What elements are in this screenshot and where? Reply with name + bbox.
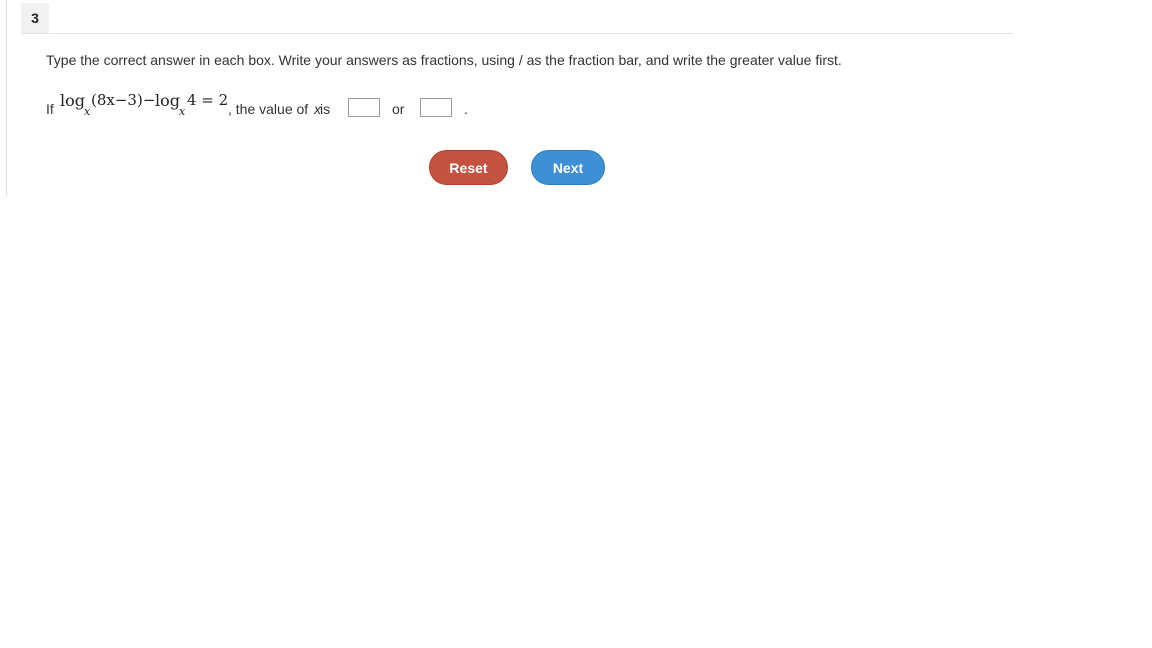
log-equation: log x (8x−3)− log x 4 = 2 [60, 91, 228, 118]
question-prefix: If [46, 101, 54, 117]
equation-rhs: 4 = 2 [187, 91, 228, 109]
question-middle-text: , the value of [228, 101, 309, 117]
equation-base-1: x [84, 105, 91, 118]
answer-input-2[interactable] [420, 98, 452, 117]
sentence-period: . [464, 101, 468, 117]
or-text: or [392, 101, 405, 117]
reset-button[interactable]: Reset [429, 150, 508, 185]
equation-log-1: log [60, 91, 85, 110]
equation-base-2: x [179, 105, 186, 118]
equation-argument: (8x−3)− [91, 91, 155, 109]
instruction-text: Type the correct answer in each box. Wri… [46, 52, 842, 68]
equation-log-2: log [155, 91, 180, 110]
question-number: 3 [21, 3, 49, 33]
header-divider [21, 33, 1013, 34]
question-after-variable: is [320, 101, 331, 117]
next-button[interactable]: Next [531, 150, 605, 185]
left-border [6, 0, 7, 196]
question-panel: 3 Type the correct answer in each box. W… [21, 0, 1013, 200]
answer-input-1[interactable] [348, 98, 380, 117]
